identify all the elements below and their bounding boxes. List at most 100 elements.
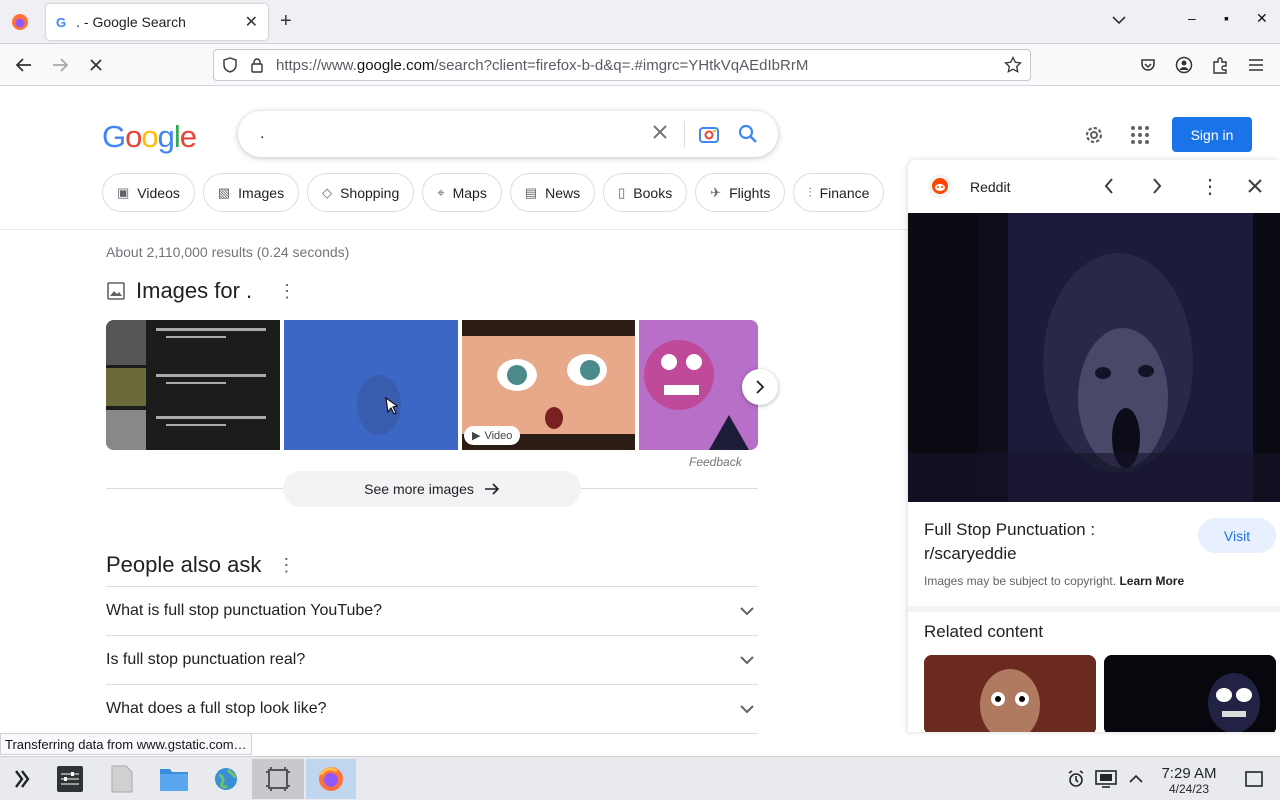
url-bar[interactable]: https://www.google.com/search?client=fir… (213, 49, 1031, 81)
image-thumbnail[interactable]: ▶ Video (462, 320, 635, 450)
paa-question[interactable]: What is full stop punctuation YouTube? (106, 586, 758, 635)
search-box[interactable]: . (238, 111, 778, 157)
chip-news[interactable]: ▤ News (509, 173, 596, 212)
chip-images[interactable]: ▧ Images (202, 173, 300, 212)
map-pin-icon: ⌖ (437, 184, 445, 200)
stop-x-icon (90, 59, 102, 71)
result-stats: About 2,110,000 results (0.24 seconds) (106, 244, 350, 260)
chevron-down-icon (740, 607, 754, 616)
active-tab[interactable]: G . - Google Search ✕ (46, 4, 268, 40)
play-icon: ▶ (472, 430, 481, 442)
chevron-right-icon (756, 380, 765, 394)
extensions-icon[interactable] (1208, 53, 1232, 77)
more-options-icon[interactable]: ⋮ (1200, 174, 1220, 199)
related-thumbnail[interactable] (924, 655, 1096, 732)
close-panel-icon[interactable] (1247, 178, 1263, 199)
bookmark-star-icon[interactable] (1004, 56, 1022, 74)
related-content-heading: Related content (924, 622, 1044, 641)
new-tab-button[interactable]: + (280, 10, 292, 33)
maximize-button[interactable]: ▪ (1224, 10, 1229, 26)
chip-shopping[interactable]: ◇ Shopping (307, 173, 415, 212)
preview-title[interactable]: Full Stop Punctuation : r/scaryeddie (924, 518, 1164, 566)
tab-list-chevron-icon[interactable] (1112, 12, 1126, 30)
tray-expand-chevron-icon[interactable] (1116, 761, 1156, 797)
camera-lens-icon[interactable] (698, 124, 720, 149)
search-input[interactable]: . (260, 125, 264, 143)
carousel-next-button[interactable] (742, 369, 778, 405)
video-badge: ▶ Video (464, 426, 521, 445)
feedback-link[interactable]: Feedback (689, 455, 742, 469)
screenshot-tool-icon[interactable] (252, 759, 304, 799)
status-bar: Transferring data from www.gstatic.com… (0, 733, 252, 755)
image-preview-panel: Reddit ⋮ Full Stop Punctuation : r/scary… (908, 160, 1280, 732)
image-icon (107, 282, 125, 300)
finance-icon: ⫶ (808, 184, 812, 200)
see-more-images-button[interactable]: See more images (283, 471, 581, 507)
panel-source[interactable]: Reddit (970, 179, 1010, 195)
back-button[interactable] (12, 53, 36, 77)
minimize-button[interactable]: – (1188, 10, 1196, 26)
chip-books[interactable]: ▯ Books (603, 173, 688, 212)
more-options-icon[interactable]: ⋮ (278, 281, 296, 302)
google-apps-grid-icon[interactable] (1130, 125, 1150, 150)
taskbar: 7:29 AM 4/24/23 (0, 756, 1280, 800)
image-thumbnail[interactable] (106, 320, 280, 450)
firefox-icon (12, 14, 28, 30)
firefox-taskbar-icon[interactable] (306, 759, 356, 799)
back-arrow-icon (15, 58, 31, 72)
chevron-down-icon (740, 705, 754, 714)
related-thumbnail[interactable] (1104, 655, 1276, 732)
app-launcher-icon[interactable] (0, 761, 44, 797)
chip-maps[interactable]: ⌖ Maps (422, 173, 502, 212)
more-options-icon[interactable]: ⋮ (277, 555, 295, 576)
file-icon[interactable] (100, 761, 144, 797)
learn-more-link[interactable]: Learn More (1119, 574, 1184, 588)
search-icon[interactable] (738, 124, 758, 149)
search-filter-chips: ▣ Videos ▧ Images ◇ Shopping ⌖ Maps ▤ News ▯ B… (102, 173, 885, 212)
header-divider (0, 229, 908, 230)
pocket-icon[interactable] (1136, 53, 1160, 77)
previous-chevron-icon[interactable] (1104, 178, 1114, 199)
image-thumbnail[interactable] (284, 320, 458, 450)
forward-button[interactable] (48, 53, 72, 77)
lock-icon (251, 58, 263, 73)
show-desktop-icon[interactable] (1232, 761, 1276, 797)
images-section-header: Images for . ⋮ (106, 278, 296, 304)
plane-icon: ✈ (710, 184, 722, 200)
settings-gear-icon[interactable] (1082, 123, 1106, 152)
network-globe-icon[interactable] (204, 761, 248, 797)
next-chevron-icon[interactable] (1152, 178, 1162, 199)
clear-search-icon[interactable] (652, 124, 668, 145)
close-window-button[interactable]: ✕ (1256, 10, 1268, 27)
image-thumbnail[interactable] (639, 320, 758, 450)
visit-button[interactable]: Visit (1198, 518, 1276, 553)
chip-finance[interactable]: ⫶ Finance (793, 173, 885, 212)
account-icon[interactable] (1172, 53, 1196, 77)
system-settings-icon[interactable] (48, 761, 92, 797)
hamburger-menu-icon[interactable] (1244, 53, 1268, 77)
clock[interactable]: 7:29 AM 4/24/23 (1152, 765, 1226, 796)
chip-flights[interactable]: ✈ Flights (695, 173, 786, 212)
copyright-notice: Images may be subject to copyright. Lear… (924, 574, 1185, 588)
google-logo[interactable]: Google (102, 119, 197, 155)
preview-image[interactable] (908, 213, 1280, 502)
forward-arrow-icon (53, 58, 69, 72)
image-icon: ▧ (217, 184, 231, 200)
paa-question[interactable]: Is full stop punctuation real? (106, 635, 758, 684)
sign-in-button[interactable]: Sign in (1172, 117, 1252, 152)
paa-question[interactable]: What does a full stop look like? (106, 684, 758, 733)
shield-icon (223, 57, 237, 73)
video-icon: ▣ (117, 184, 130, 200)
chevron-down-icon (740, 656, 754, 665)
chip-videos[interactable]: ▣ Videos (102, 173, 195, 212)
image-carousel: ▶ Video (106, 320, 758, 450)
google-favicon-icon: G (56, 14, 67, 30)
tab-close-icon[interactable]: ✕ (245, 12, 258, 32)
file-manager-icon[interactable] (152, 761, 196, 797)
clock-date: 4/24/23 (1168, 782, 1210, 796)
news-icon: ▤ (524, 184, 538, 200)
navigation-toolbar: https://www.google.com/search?client=fir… (0, 44, 1280, 86)
stop-loading-button[interactable] (84, 53, 108, 77)
firefox-view-button[interactable] (6, 8, 34, 36)
panel-separator (908, 606, 1280, 612)
